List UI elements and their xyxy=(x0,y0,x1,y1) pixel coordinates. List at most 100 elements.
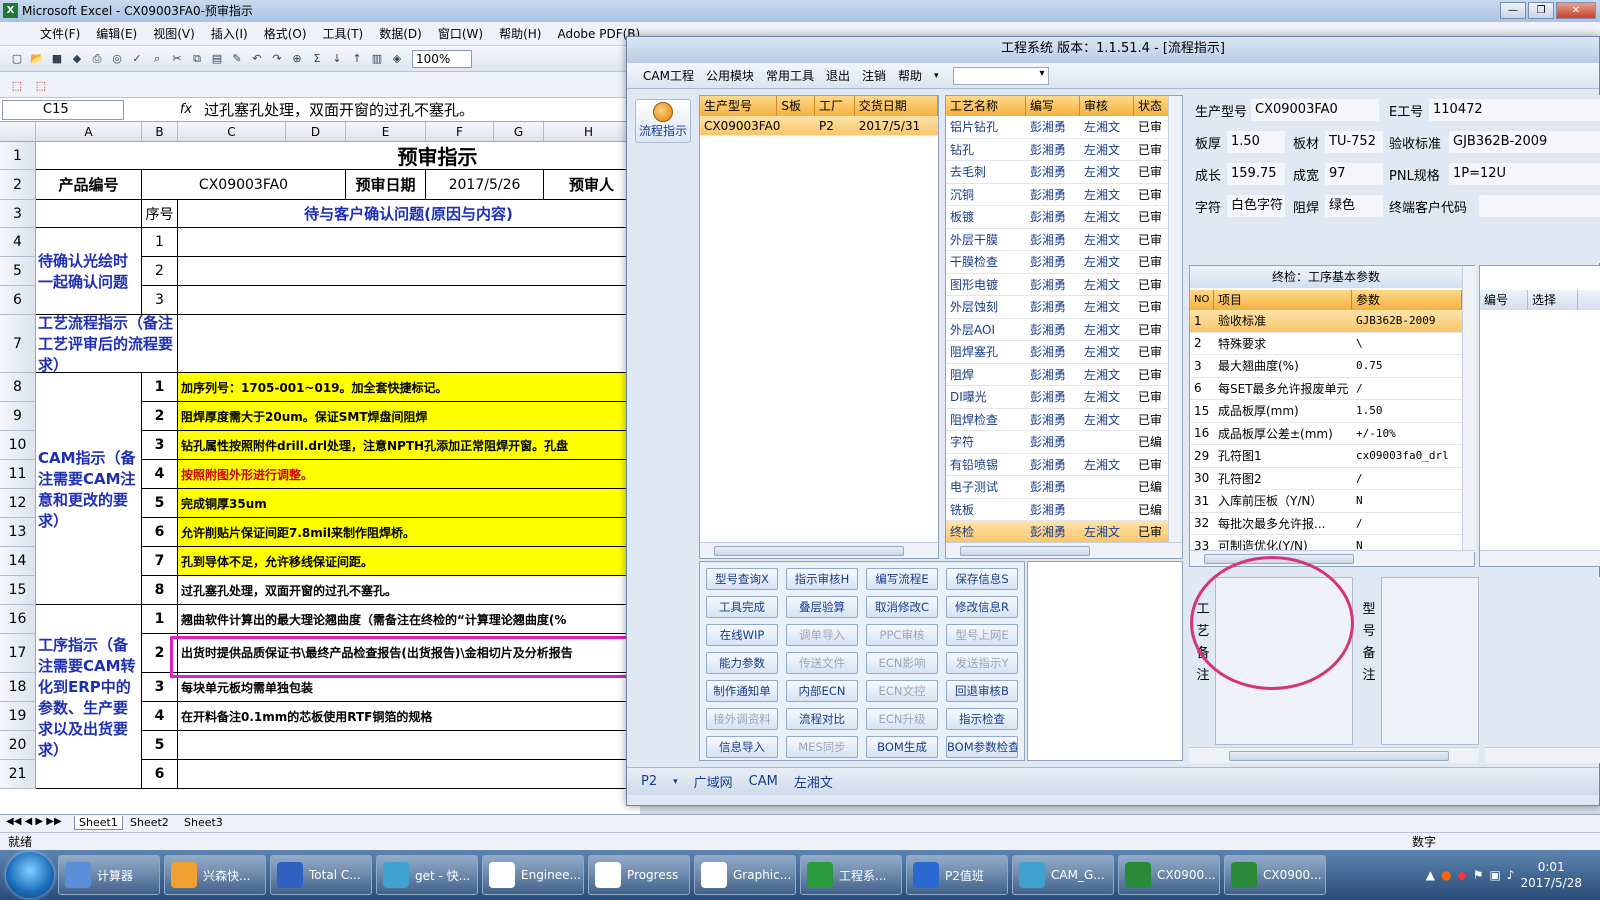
confirm-item-cell[interactable] xyxy=(178,257,640,286)
process-row[interactable]: DI曝光 彭湘勇 左湘文 已审 xyxy=(946,386,1168,409)
orders-col-model[interactable]: 生产型号 xyxy=(700,96,778,116)
undo-icon[interactable]: ↶ xyxy=(248,50,266,68)
row-header[interactable]: 16 xyxy=(0,605,36,634)
app-menu-tools[interactable]: 常用工具 xyxy=(760,67,820,84)
action-button[interactable]: 传送文件 xyxy=(786,652,858,674)
order-row[interactable]: CX09003FA0 P2 2017/5/31 xyxy=(700,116,938,136)
right-hscroll[interactable] xyxy=(1480,550,1600,566)
formula-input[interactable]: 过孔塞孔处理，双面开窗的过孔不塞孔。 xyxy=(196,99,474,120)
taskbar-item[interactable]: CAM_G... xyxy=(1012,855,1114,895)
action-button[interactable]: 接外调资料 xyxy=(706,708,778,730)
select-all-corner[interactable] xyxy=(0,122,36,142)
proc-col-name[interactable]: 工艺名称 xyxy=(946,96,1026,116)
row-header[interactable]: 18 xyxy=(0,673,36,702)
print-preview-icon[interactable]: ◎ xyxy=(108,50,126,68)
factory-select[interactable]: P2 xyxy=(637,774,661,789)
name-box[interactable]: C15 xyxy=(2,99,124,120)
seq-cell[interactable]: 3 xyxy=(142,286,178,315)
process-row[interactable]: 外层AOI 彭湘勇 左湘文 已审 xyxy=(946,319,1168,341)
column-header-b[interactable]: B xyxy=(142,122,178,142)
cam-item-cell[interactable]: 允许削贴片保证间距7.8mil来制作阻焊桥。 xyxy=(178,518,640,547)
pdf-email-icon[interactable]: ⬚ xyxy=(32,76,50,94)
action-button[interactable]: 调单导入 xyxy=(786,624,858,646)
flow-instruction-button[interactable]: 流程指示 xyxy=(635,99,691,143)
param-row[interactable]: 15 成品板厚(mm) 1.50 xyxy=(1190,400,1462,423)
menu-tools[interactable]: 工具(T) xyxy=(315,25,372,42)
param-row[interactable]: 2 特殊要求 \ xyxy=(1190,333,1462,355)
action-button[interactable]: PPC审核 xyxy=(866,624,938,646)
right-col-select[interactable]: 选择 xyxy=(1528,290,1578,310)
proc-seq-cell[interactable]: 5 xyxy=(142,731,178,760)
action-button[interactable]: BOM生成 xyxy=(866,736,938,758)
param-row[interactable]: 6 每SET最多允许报废单元 / xyxy=(1190,378,1462,400)
row-header[interactable]: 12 xyxy=(0,489,36,518)
row-header[interactable]: 21 xyxy=(0,760,36,789)
notes-hscroll-2[interactable] xyxy=(1485,747,1600,763)
action-button[interactable]: 内部ECN xyxy=(786,680,858,702)
pdf-convert-icon[interactable]: ⬚ xyxy=(8,76,26,94)
param-row[interactable]: 31 入库前压板（Y/N） N xyxy=(1190,490,1462,513)
column-header-h[interactable]: H xyxy=(544,122,634,142)
action-button[interactable]: ECN升级 xyxy=(866,708,938,730)
confirm-header-cell[interactable]: 待与客户确认问题(原因与内容) xyxy=(178,200,640,228)
sort-desc-icon[interactable]: ↑ xyxy=(348,50,366,68)
menu-window[interactable]: 窗口(W) xyxy=(430,25,491,42)
save-icon[interactable]: ■ xyxy=(48,50,66,68)
blank-cell[interactable] xyxy=(36,200,142,228)
sheet-tab-2[interactable]: Sheet2 xyxy=(126,816,173,829)
seq-cell[interactable]: 1 xyxy=(142,228,178,257)
process-row[interactable]: 电子测试 彭湘勇 已编 xyxy=(946,476,1168,499)
product-value-cell[interactable]: CX09003FA0 xyxy=(142,170,346,200)
row-header[interactable]: 20 xyxy=(0,731,36,760)
proc-seq-cell[interactable]: 1 xyxy=(142,605,178,634)
app-menu-exit[interactable]: 退出 xyxy=(820,67,856,84)
param-row[interactable]: 30 孔符图2 / xyxy=(1190,468,1462,490)
row-header[interactable]: 17 xyxy=(0,634,36,673)
autosum-icon[interactable]: Σ xyxy=(308,50,326,68)
right-col-no[interactable]: 编号 xyxy=(1480,290,1528,310)
action-button[interactable]: 制作通知单 xyxy=(706,680,778,702)
emp-value[interactable]: 110472 xyxy=(1429,99,1600,121)
group3-cell[interactable]: CAM指示（备注需要CAM注意和更改的要求） xyxy=(36,373,142,605)
minimize-icon[interactable]: — xyxy=(1500,2,1526,19)
worksheet-grid[interactable]: A B C D E F G H 1 2 3 4 5 6 7 8 9 10 11 12 13 14 15 16 1… xyxy=(0,122,640,814)
taskbar-item[interactable]: Graphic... xyxy=(694,855,796,895)
fx-icon[interactable]: fx xyxy=(176,102,196,117)
model-value[interactable]: CX09003FA0 xyxy=(1251,99,1379,121)
row-header[interactable]: 7 xyxy=(0,315,36,373)
row-header[interactable]: 13 xyxy=(0,518,36,547)
tray-network-icon[interactable]: ▣ xyxy=(1489,868,1500,882)
process-row[interactable]: 外层干膜 彭湘勇 左湘文 已审 xyxy=(946,229,1168,251)
process-row[interactable]: 铝片钻孔 彭湘勇 左湘文 已审 xyxy=(946,116,1168,139)
seq-label-cell[interactable]: 序号 xyxy=(142,200,178,228)
param-row[interactable]: 16 成品板厚公差±(mm) +/-10% xyxy=(1190,423,1462,445)
action-button[interactable]: BOM参数检查 xyxy=(946,736,1018,758)
cam-item-cell[interactable]: 孔到导体不足，允许移线保证间距。 xyxy=(178,547,640,576)
process-instruction-cell[interactable] xyxy=(178,315,640,373)
action-button[interactable]: 指示审核H xyxy=(786,568,858,590)
tray-flag-icon[interactable]: ⚑ xyxy=(1473,868,1484,882)
column-header-a[interactable]: A xyxy=(36,122,142,142)
orders-col-s[interactable]: S板 xyxy=(777,96,816,116)
product-label-cell[interactable]: 产品编号 xyxy=(36,170,142,200)
taskbar-item[interactable]: get - 快... xyxy=(376,855,478,895)
action-button[interactable]: 能力参数 xyxy=(706,652,778,674)
proc-item-cell[interactable] xyxy=(178,760,640,789)
action-button[interactable]: 保存信息S xyxy=(946,568,1018,590)
open-icon[interactable]: 📂 xyxy=(28,50,46,68)
column-header-e[interactable]: E xyxy=(346,122,426,142)
menu-insert[interactable]: 插入(I) xyxy=(203,25,256,42)
group1-cell[interactable]: 待确认光绘时一起确认问题 xyxy=(36,228,142,315)
proc-col-reviewer[interactable]: 审核 xyxy=(1080,96,1134,116)
action-button[interactable]: 型号上网E xyxy=(946,624,1018,646)
zoom-select[interactable]: 100% xyxy=(412,49,472,68)
row-header[interactable]: 9 xyxy=(0,402,36,431)
action-button[interactable]: 取消修改C xyxy=(866,596,938,618)
sheet-title-cell[interactable]: 预审指示 xyxy=(36,142,640,170)
hyperlink-icon[interactable]: ⊕ xyxy=(288,50,306,68)
column-header-d[interactable]: D xyxy=(286,122,346,142)
action-button[interactable]: 工具完成 xyxy=(706,596,778,618)
tray-security-icon[interactable]: ◆ xyxy=(1457,868,1466,882)
length-value[interactable]: 159.75 xyxy=(1227,163,1285,185)
menu-help[interactable]: 帮助(H) xyxy=(491,25,549,42)
